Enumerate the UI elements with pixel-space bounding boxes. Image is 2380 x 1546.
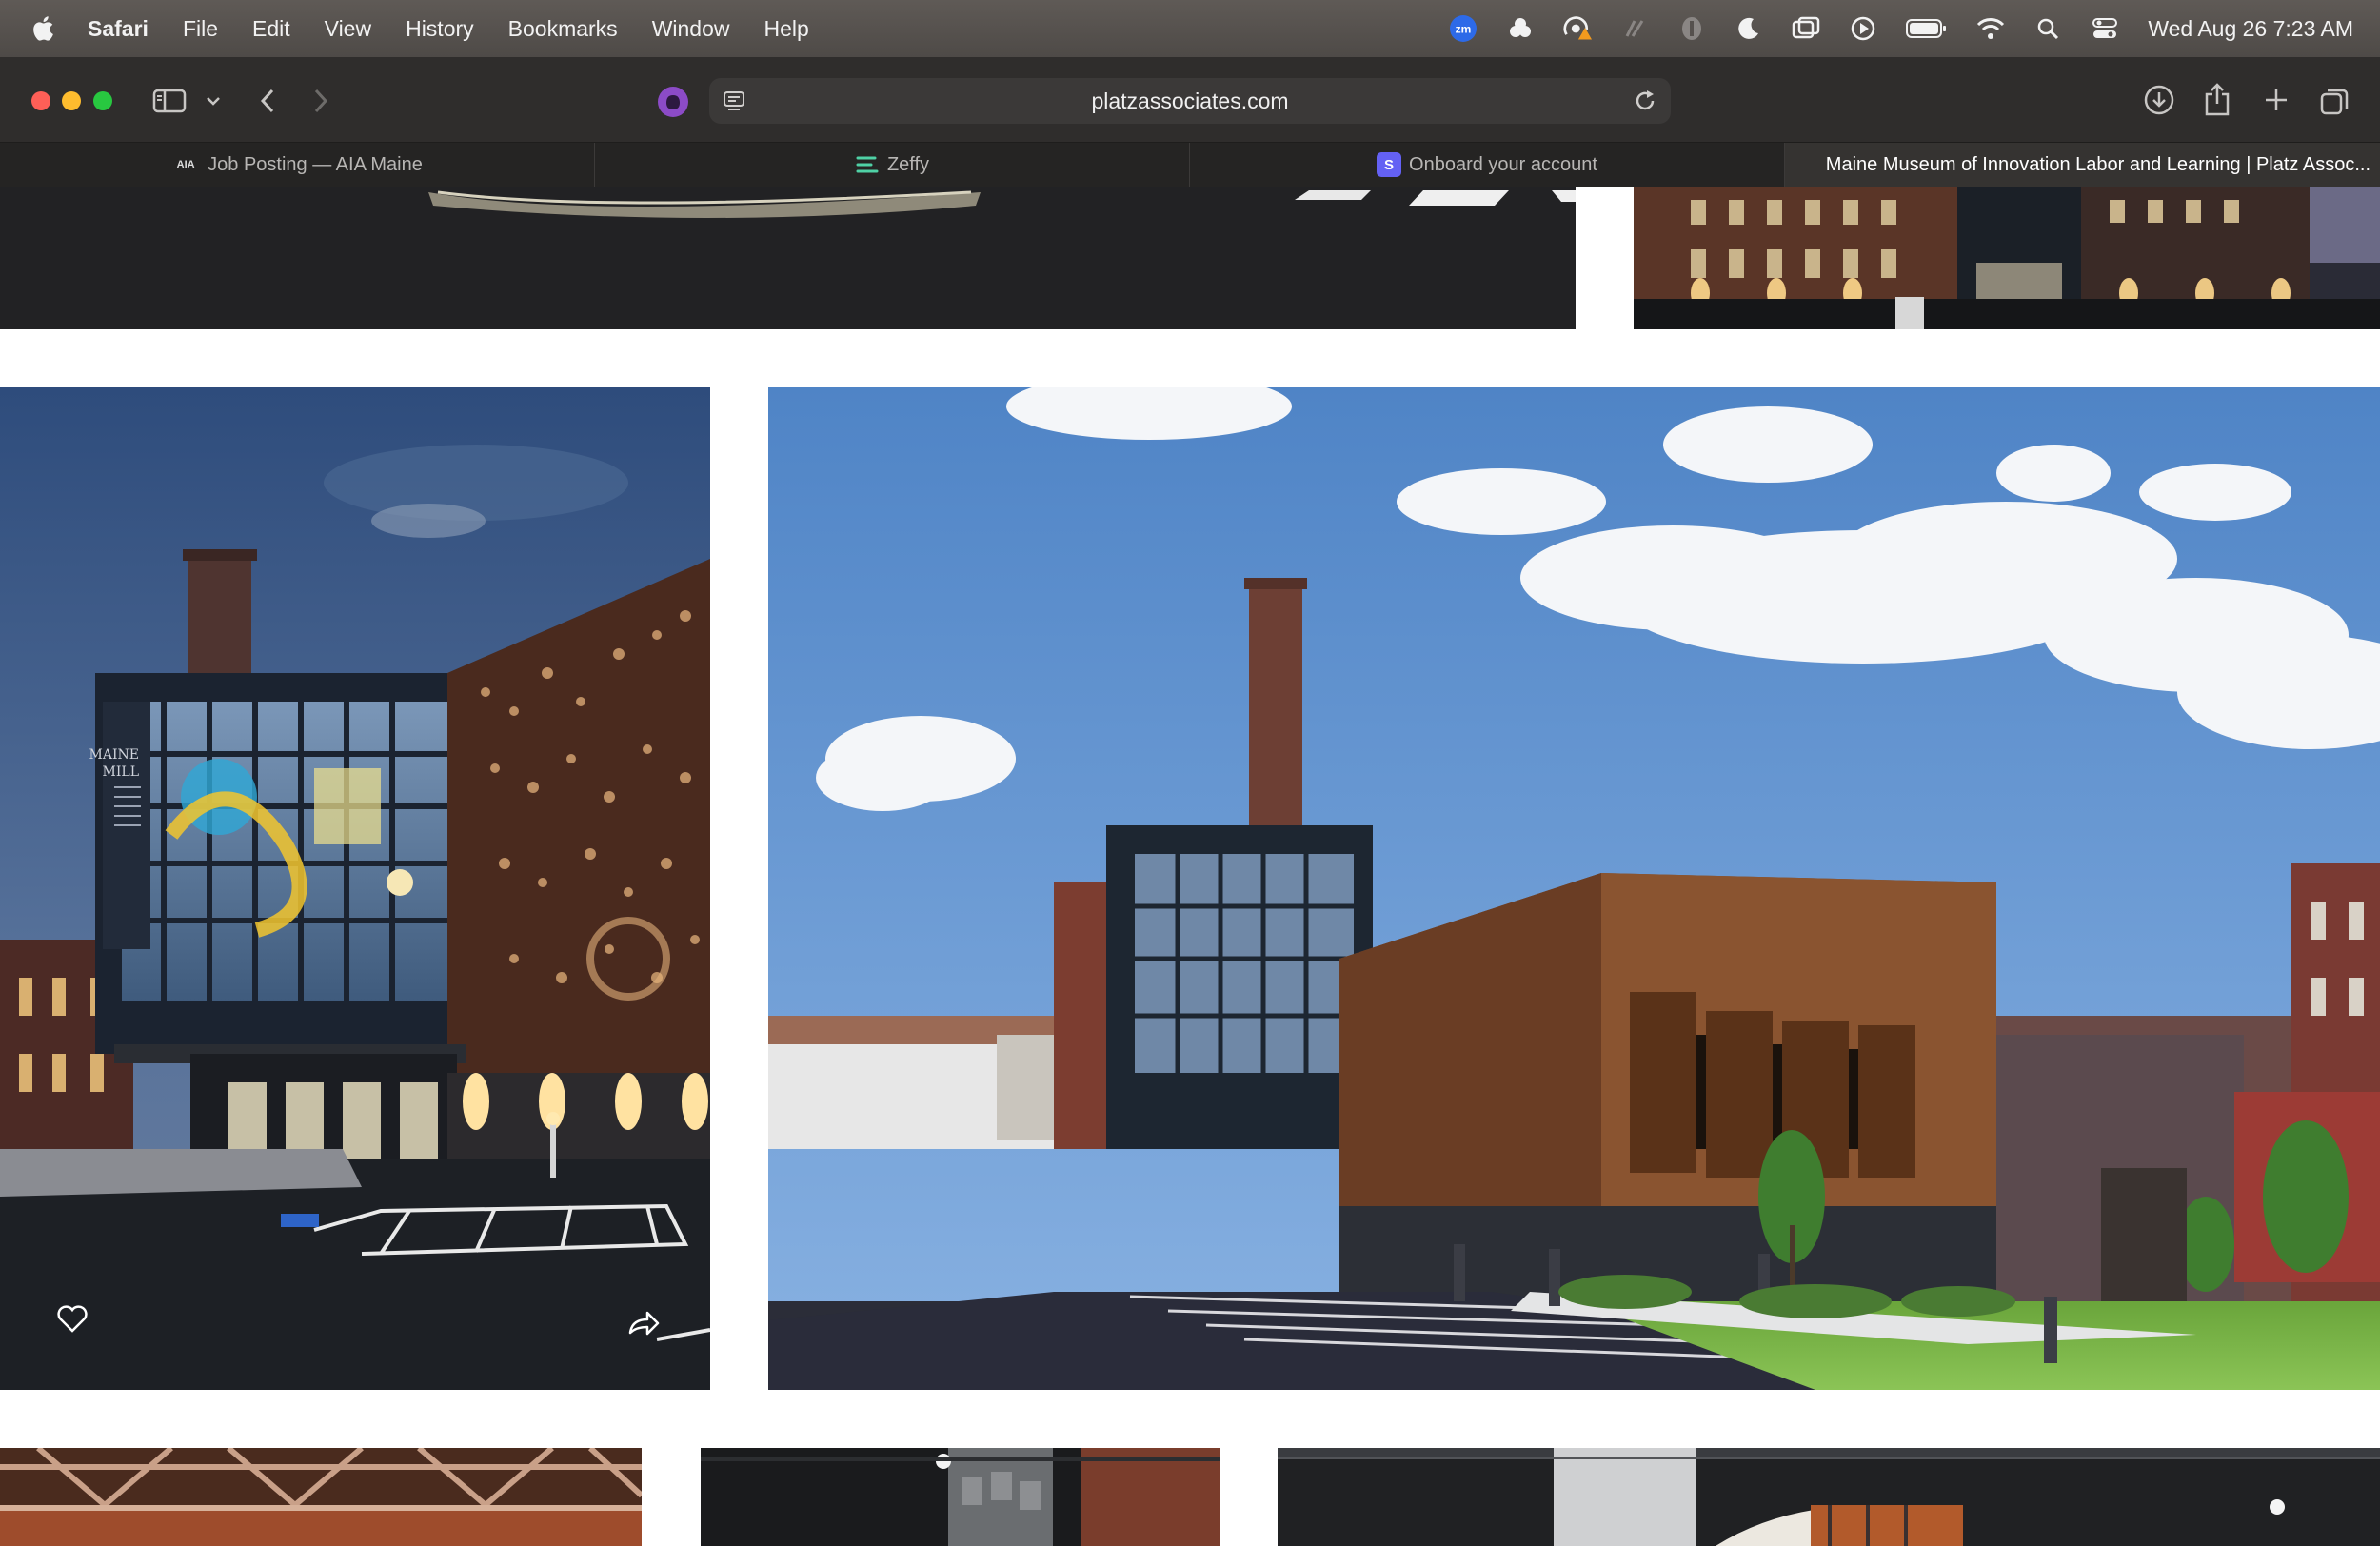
window-minimize-button[interactable] [62, 91, 81, 110]
wifi-icon[interactable] [1976, 14, 2005, 43]
browser-toolbar: platzassociates.com [0, 57, 2380, 143]
backup-warning-icon[interactable] [1563, 14, 1593, 43]
gallery-photo-interior-arch[interactable] [1278, 1448, 2380, 1546]
stripe-favicon-icon: S [1377, 152, 1402, 177]
tab-job-posting[interactable]: AIA Job Posting — AIA Maine [0, 143, 595, 187]
tab-onboard-account[interactable]: S Onboard your account [1190, 143, 1785, 187]
vpn-shield-icon[interactable] [1677, 14, 1706, 43]
apple-icon[interactable] [30, 14, 59, 43]
address-bar[interactable]: platzassociates.com [709, 78, 1671, 124]
tab-label: Maine Museum of Innovation Labor and Lea… [1825, 153, 2370, 175]
window-maximize-button[interactable] [93, 91, 112, 110]
web-page-content: MAINE MILL [0, 187, 2380, 1546]
now-playing-icon[interactable] [1849, 14, 1877, 43]
zoom-badge-text: zm [1456, 23, 1472, 36]
gallery-photo-daytime-exterior[interactable] [768, 387, 2380, 1390]
menu-view[interactable]: View [325, 16, 371, 42]
zeffy-favicon-icon [855, 152, 880, 177]
gallery-photo-night-entrance[interactable]: MAINE MILL [0, 387, 710, 1390]
gallery-photo-interior-photo-wall[interactable] [701, 1448, 1220, 1546]
scribble-icon[interactable] [1620, 14, 1649, 43]
maine-mill-sign-line-1: MAINE [89, 747, 139, 763]
menu-file[interactable]: File [183, 16, 218, 42]
tab-label: Onboard your account [1409, 153, 1597, 175]
menu-window[interactable]: Window [652, 16, 730, 42]
battery-icon[interactable] [1906, 14, 1948, 43]
gallery-photo-interior-ceiling-left[interactable] [0, 1448, 642, 1546]
gallery-photo-night-building-top[interactable] [1634, 187, 2380, 329]
menu-help[interactable]: Help [764, 16, 809, 42]
url-text[interactable]: platzassociates.com [1091, 89, 1288, 114]
tab-label: Job Posting — AIA Maine [208, 153, 423, 175]
page-settings-icon[interactable] [721, 88, 749, 114]
menu-history[interactable]: History [406, 16, 474, 42]
heart-icon[interactable] [55, 1301, 89, 1336]
chevron-down-icon[interactable] [202, 89, 225, 112]
tab-bar: AIA Job Posting — AIA Maine Zeffy S Onbo… [0, 143, 2380, 187]
control-center-icon[interactable] [2091, 14, 2119, 43]
tab-zeffy[interactable]: Zeffy [595, 143, 1190, 187]
tab-maine-museum-active[interactable]: Maine Museum of Innovation Labor and Lea… [1785, 143, 2380, 187]
maine-mill-sign-line-2: MILL [103, 764, 139, 780]
forward-chevron-icon[interactable] [307, 86, 335, 116]
menu-app-name[interactable]: Safari [88, 16, 149, 42]
menubar-clock[interactable]: Wed Aug 26 7:23 AM [2148, 16, 2353, 42]
menu-edit[interactable]: Edit [252, 16, 290, 42]
share-arrow-icon[interactable] [626, 1304, 661, 1338]
tab-overview-icon[interactable] [2317, 84, 2351, 118]
downloads-icon[interactable] [2142, 82, 2176, 118]
sidebar-toggle-icon[interactable] [150, 86, 188, 116]
creative-cloud-icon[interactable] [1506, 14, 1535, 43]
back-chevron-icon[interactable] [253, 86, 282, 116]
new-tab-plus-icon[interactable] [2260, 84, 2292, 116]
menu-bookmarks[interactable]: Bookmarks [508, 16, 618, 42]
screen-mirroring-icon[interactable] [1792, 14, 1820, 43]
share-icon[interactable] [2201, 80, 2233, 118]
zoom-icon[interactable]: zm [1449, 14, 1478, 43]
menu-bar: Safari File Edit View History Bookmarks … [0, 0, 2380, 57]
gallery-photo-parking-top[interactable] [0, 187, 1576, 329]
privacy-extension-icon[interactable] [655, 84, 691, 120]
aia-favicon-icon: AIA [176, 159, 195, 170]
spotlight-search-icon[interactable] [2033, 14, 2062, 43]
window-close-button[interactable] [31, 91, 50, 110]
tab-label: Zeffy [886, 153, 930, 175]
do-not-disturb-moon-icon[interactable] [1735, 14, 1763, 43]
reload-icon[interactable] [1633, 89, 1659, 115]
